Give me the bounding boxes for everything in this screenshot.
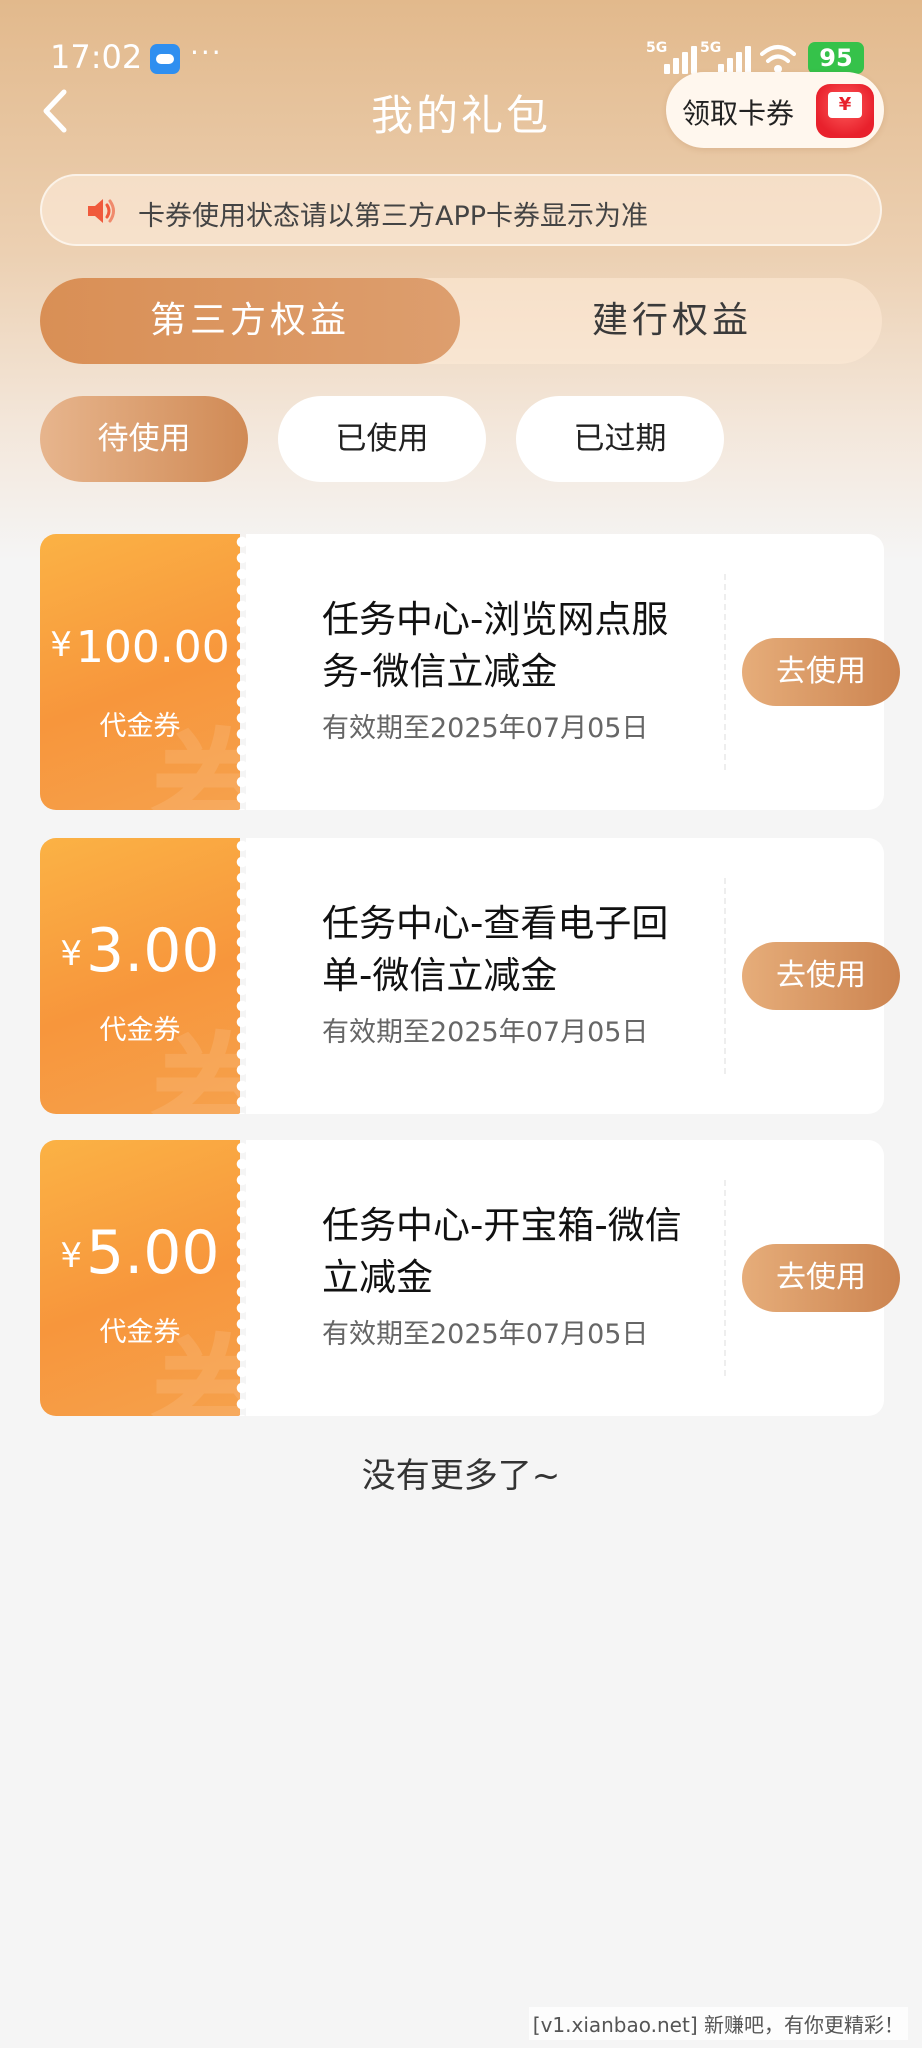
coupon-value: 100.00 [75,622,230,673]
coupon-title: 任务中心-查看电子回单-微信立减金 [322,902,669,997]
coupon-divider [724,574,726,770]
coupon-perforation [230,534,246,810]
coupon-card: 券 ¥100.00 代金券 任务中心-浏览网点服务-微信立减金 有效期至2025… [40,534,900,810]
filter-used[interactable]: 已使用 [278,396,486,482]
coupon-body: 任务中心-开宝箱-微信立减金 有效期至2025年07月05日 去使用 [246,1140,900,1416]
coupon-divider [724,1180,726,1376]
coupon-value: 3.00 [86,916,220,986]
coupon-stub: 券 ¥100.00 代金券 [40,534,240,810]
coupon-expiry: 有效期至2025年07月05日 [322,1319,649,1350]
notice-bar: 卡券使用状态请以第三方APP卡券显示为准 [40,174,882,246]
coupon-perforation [230,838,246,1114]
site-watermark: [v1.xianbao.net] 新赚吧，有你更精彩！ [528,2007,908,2040]
coupon-type: 代金券 [99,1015,181,1046]
coupon-body: 任务中心-浏览网点服务-微信立减金 有效期至2025年07月05日 去使用 [246,534,900,810]
coupon-expiry: 有效期至2025年07月05日 [322,713,649,744]
coupon-watermark: 券 [150,1020,240,1114]
coupon-amount: ¥5.00 [40,1218,240,1288]
more-notifications-icon: ··· [190,36,223,69]
network-type-1: 5G [646,40,668,56]
use-coupon-button[interactable]: 去使用 [742,1244,900,1312]
tab-ccb-benefits[interactable]: 建行权益 [462,278,882,364]
coupon-amount: ¥3.00 [40,916,240,986]
end-of-list-text: 没有更多了~ [361,1456,561,1496]
coupon-title: 任务中心-开宝箱-微信立减金 [322,1204,682,1299]
signal-icon-1: 5G [646,40,700,74]
speaker-icon [88,199,115,223]
filter-expired[interactable]: 已过期 [516,396,724,482]
notice-text: 卡券使用状态请以第三方APP卡券显示为准 [138,201,649,232]
use-coupon-button[interactable]: 去使用 [742,638,900,706]
coupon-watermark: 券 [150,1322,240,1416]
coupon-value: 5.00 [86,1218,220,1288]
use-coupon-button[interactable]: 去使用 [742,942,900,1010]
signal-icon-2: 5G [700,40,754,74]
claim-coupon-button[interactable]: 领取卡券 ¥ [666,72,884,148]
currency-symbol: ¥ [60,1236,83,1276]
coupon-card: 券 ¥5.00 代金券 任务中心-开宝箱-微信立减金 有效期至2025年07月0… [40,1140,900,1416]
coupon-type: 代金券 [99,711,181,742]
filter-pending[interactable]: 待使用 [40,396,248,482]
main-tab-bar: 第三方权益 建行权益 [40,278,882,364]
coupon-body: 任务中心-查看电子回单-微信立减金 有效期至2025年07月05日 去使用 [246,838,900,1114]
coupon-perforation [230,1140,246,1416]
claim-coupon-label: 领取卡券 [682,97,795,130]
weather-app-icon [150,44,180,74]
tab-third-party-benefits[interactable]: 第三方权益 [40,278,460,364]
coupon-expiry: 有效期至2025年07月05日 [322,1017,649,1048]
currency-symbol: ¥ [60,934,83,974]
coupon-title: 任务中心-浏览网点服务-微信立减金 [322,598,669,693]
coupon-type: 代金券 [99,1317,181,1348]
coupon-amount: ¥100.00 [40,622,240,673]
coupon-watermark: 券 [150,716,240,810]
coupon-stub: 券 ¥3.00 代金券 [40,838,240,1114]
battery-level: 95 [819,44,853,72]
wifi-icon [760,45,796,73]
network-type-2: 5G [700,40,722,56]
coupon-divider [724,878,726,1074]
red-envelope-symbol: ¥ [828,92,862,118]
status-time: 17:02 [50,38,143,76]
red-envelope-icon: ¥ [816,84,874,138]
currency-symbol: ¥ [50,625,72,665]
coupon-stub: 券 ¥5.00 代金券 [40,1140,240,1416]
battery-icon: 95 [808,42,864,74]
coupon-card: 券 ¥3.00 代金券 任务中心-查看电子回单-微信立减金 有效期至2025年0… [40,838,900,1114]
